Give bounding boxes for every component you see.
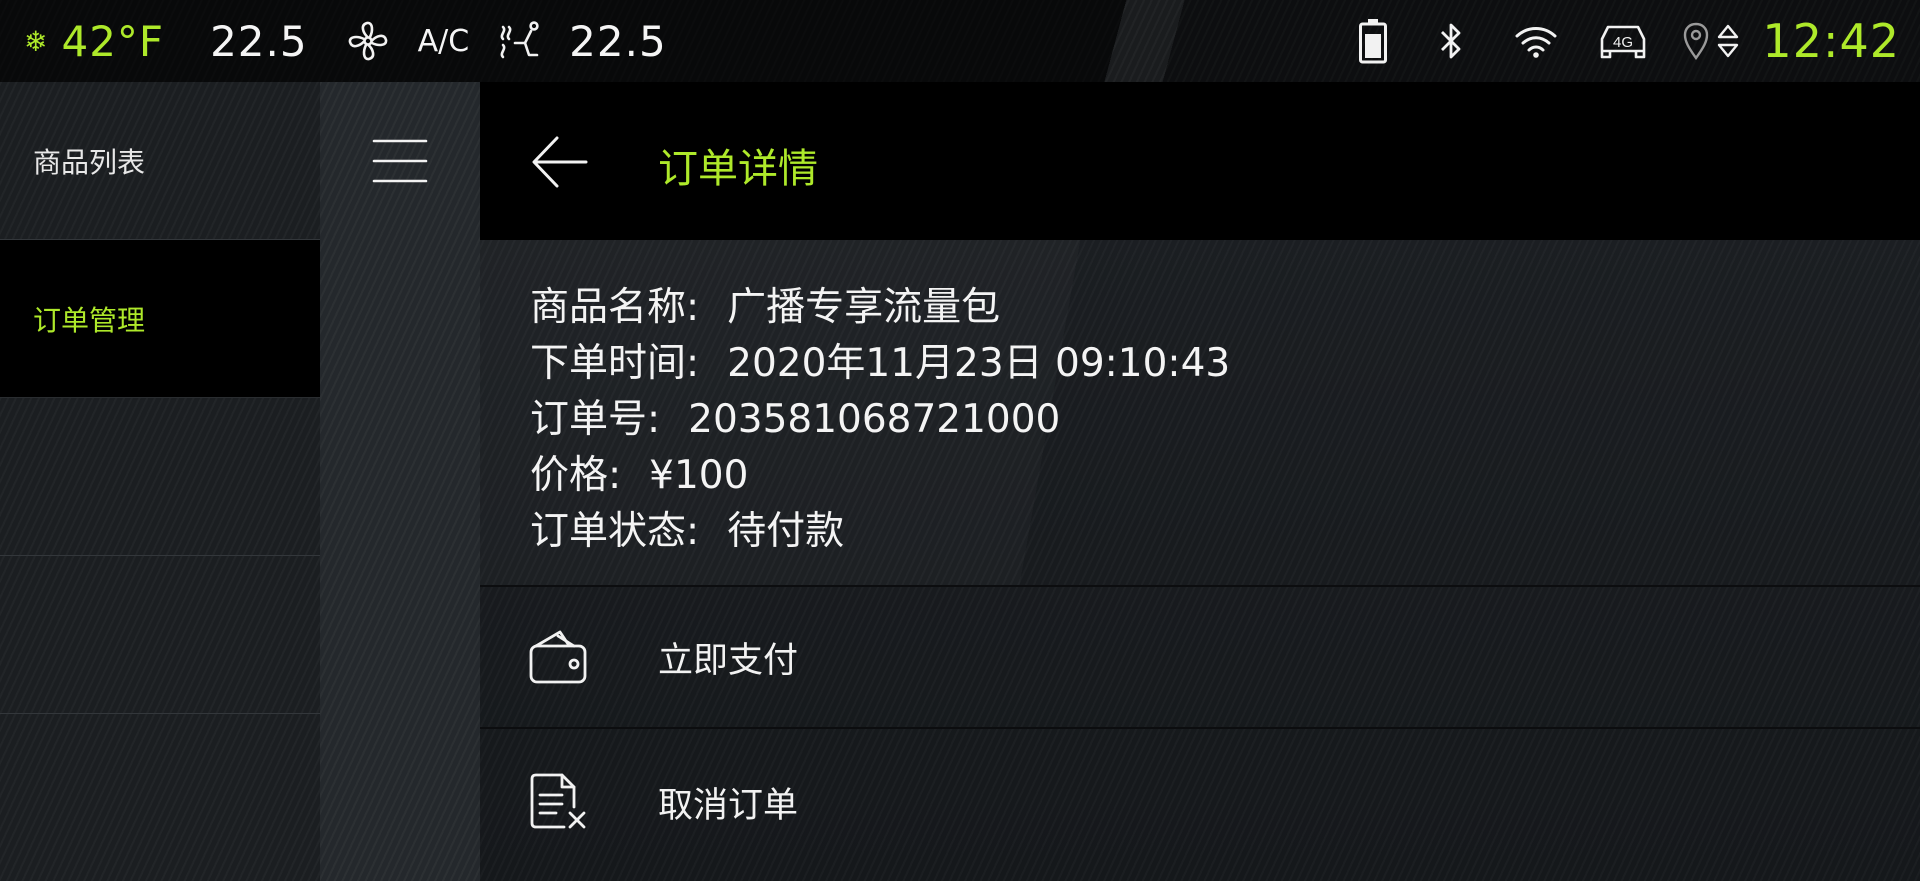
cancel-document-icon	[528, 771, 590, 833]
price-value: ¥100	[649, 453, 749, 498]
network-type: 4G	[1613, 34, 1633, 51]
order-number-value: 203581068721000	[688, 397, 1061, 442]
product-name-value: 广播专享流量包	[727, 285, 1001, 330]
sidebar-item-label: 订单管理	[33, 303, 146, 337]
sidebar: 商品列表 订单管理	[0, 82, 320, 881]
seat-heat-icon[interactable]	[497, 19, 543, 63]
price-row: 价格: ¥100	[530, 444, 748, 500]
cancel-order-button[interactable]: 取消订单	[480, 731, 1920, 873]
snowflake-icon: ❄	[24, 24, 48, 58]
sort-arrows-icon	[1716, 21, 1740, 61]
hamburger-menu-icon[interactable]	[372, 137, 428, 185]
order-number-label: 订单号:	[530, 397, 661, 442]
sidebar-item-order-management[interactable]: 订单管理	[0, 240, 320, 398]
status-bar: ❄ 42°F 22.5 A/C 22.5 4G 12:42	[0, 0, 1920, 82]
car-4g-icon: 4G	[1598, 21, 1648, 61]
sidebar-item-product-list[interactable]: 商品列表	[0, 82, 320, 240]
order-number-row: 订单号: 203581068721000	[530, 388, 1060, 444]
menu-column	[320, 82, 480, 881]
location-icon	[1682, 21, 1710, 61]
page-header: 订单详情	[480, 82, 1920, 240]
price-label: 价格:	[530, 453, 622, 498]
driver-temperature[interactable]: 22.5	[210, 17, 308, 66]
page-title: 订单详情	[658, 146, 818, 192]
back-arrow-icon[interactable]	[530, 132, 590, 192]
order-status-value: 待付款	[727, 509, 845, 554]
product-name-label: 商品名称:	[530, 285, 700, 330]
fan-icon[interactable]	[346, 19, 390, 63]
order-time-value: 2020年11月23日 09:10:43	[727, 341, 1231, 386]
order-time-row: 下单时间: 2020年11月23日 09:10:43	[530, 332, 1230, 388]
bluetooth-icon	[1436, 21, 1466, 61]
order-status-label: 订单状态:	[530, 509, 700, 554]
passenger-temperature[interactable]: 22.5	[569, 17, 667, 66]
outside-temperature: 42°F	[61, 16, 165, 66]
battery-icon	[1358, 18, 1388, 64]
clock: 12:42	[1762, 14, 1900, 68]
pay-now-label: 立即支付	[658, 640, 799, 681]
order-details: 商品名称: 广播专享流量包 下单时间: 2020年11月23日 09:10:43 订…	[480, 240, 1920, 587]
pay-now-button[interactable]: 立即支付	[480, 587, 1920, 729]
wallet-icon	[528, 626, 590, 688]
product-name-row: 商品名称: 广播专享流量包	[530, 276, 1000, 332]
order-status-row: 订单状态: 待付款	[530, 500, 844, 556]
ac-toggle[interactable]: A/C	[418, 24, 470, 59]
sidebar-item-empty	[0, 556, 320, 714]
order-time-label: 下单时间:	[530, 341, 700, 386]
climate-controls: ❄ 42°F 22.5 A/C 22.5	[24, 0, 667, 82]
wifi-icon	[1514, 23, 1558, 59]
cancel-order-label: 取消订单	[658, 785, 799, 826]
system-status: 4G 12:42	[1358, 0, 1900, 82]
sidebar-item-label: 商品列表	[33, 145, 146, 179]
sidebar-item-empty	[0, 398, 320, 556]
